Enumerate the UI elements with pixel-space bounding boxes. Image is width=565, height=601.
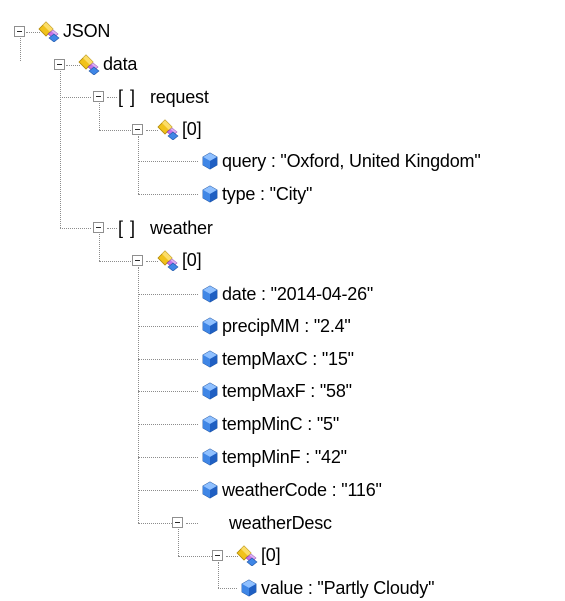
value-icon [199,283,221,305]
node-label-weathercode[interactable]: weatherCode : "116" [222,479,382,501]
collapse-toggle-request-0[interactable] [132,124,143,135]
value-icon [238,577,260,599]
tree-guide-line [60,66,61,228]
value-icon [199,479,221,501]
tree-guide-line [107,97,117,98]
node-label-tempminc[interactable]: tempMinC : "5" [222,413,339,435]
collapse-toggle-weather[interactable] [93,222,104,233]
tree-guide-line [138,136,139,194]
json-tree-view: [ ] [ ] JSON data request [0] query: "O… [0,0,565,601]
tree-guide-line [138,457,198,458]
node-label-json[interactable]: JSON [63,20,110,42]
collapse-toggle-weatherdesc-0[interactable] [212,550,223,561]
tree-guide-line [218,588,237,589]
node-label-tempmaxc[interactable]: tempMaxC : "15" [222,348,354,370]
tree-guide-line [138,326,198,327]
node-label-weather-0[interactable]: [0] [182,249,202,271]
node-label-weatherdesc-0[interactable]: [0] [261,544,281,566]
node-label-request-0[interactable]: [0] [182,118,202,140]
tree-guide-line [138,294,198,295]
tree-guide-line [20,33,21,61]
node-label-tempmaxf[interactable]: tempMaxF : "58" [222,380,352,402]
array-icon: [ ] [118,87,137,107]
object-icon [38,20,60,42]
tree-guide-line [138,359,198,360]
tree-guide-line [178,556,212,557]
value-icon [199,413,221,435]
tree-guide-line [99,261,131,262]
tree-guide-line [138,194,198,195]
collapse-toggle-weatherdesc[interactable] [172,517,183,528]
tree-guide-line [218,562,219,588]
tree-guide-line [107,228,117,229]
object-icon [236,544,258,566]
tree-guide-line [138,424,198,425]
value-icon [199,315,221,337]
value-icon [199,150,221,172]
collapse-toggle-request[interactable] [93,91,104,102]
tree-guide-line [60,228,91,229]
node-label-weatherdesc[interactable]: weatherDesc [229,512,332,534]
node-label-tempminf[interactable]: tempMinF : "42" [222,446,347,468]
value-icon [199,348,221,370]
tree-guide-line [138,523,172,524]
tree-guide-line [138,161,198,162]
value-icon [199,446,221,468]
object-icon [78,53,100,75]
collapse-toggle-data[interactable] [54,59,65,70]
node-label-weather[interactable]: weather [150,217,213,239]
object-icon [157,118,179,140]
collapse-toggle-weather-0[interactable] [132,255,143,266]
node-label-precipmm[interactable]: precipMM : "2.4" [222,315,351,337]
node-label-type[interactable]: type : "City" [222,183,312,205]
node-label-request[interactable]: request [150,86,209,108]
node-label-data[interactable]: data [103,53,137,75]
collapse-toggle-json[interactable] [14,26,25,37]
value-icon [199,380,221,402]
tree-guide-line [60,97,91,98]
node-label-date[interactable]: date : "2014-04-26" [222,283,373,305]
tree-guide-line [138,267,139,523]
tree-guide-line [99,234,100,261]
tree-guide-line [99,103,100,130]
tree-guide-line [138,490,198,491]
node-label-query[interactable]: query : "Oxford, United Kingdom" [222,150,481,172]
tree-guide-line [138,391,198,392]
tree-guide-line [178,529,179,556]
tree-guide-line [186,523,198,524]
value-icon [199,183,221,205]
tree-guide-line [99,130,131,131]
array-icon: [ ] [118,218,137,238]
node-label-value[interactable]: value : "Partly Cloudy" [261,577,434,599]
object-icon [157,249,179,271]
